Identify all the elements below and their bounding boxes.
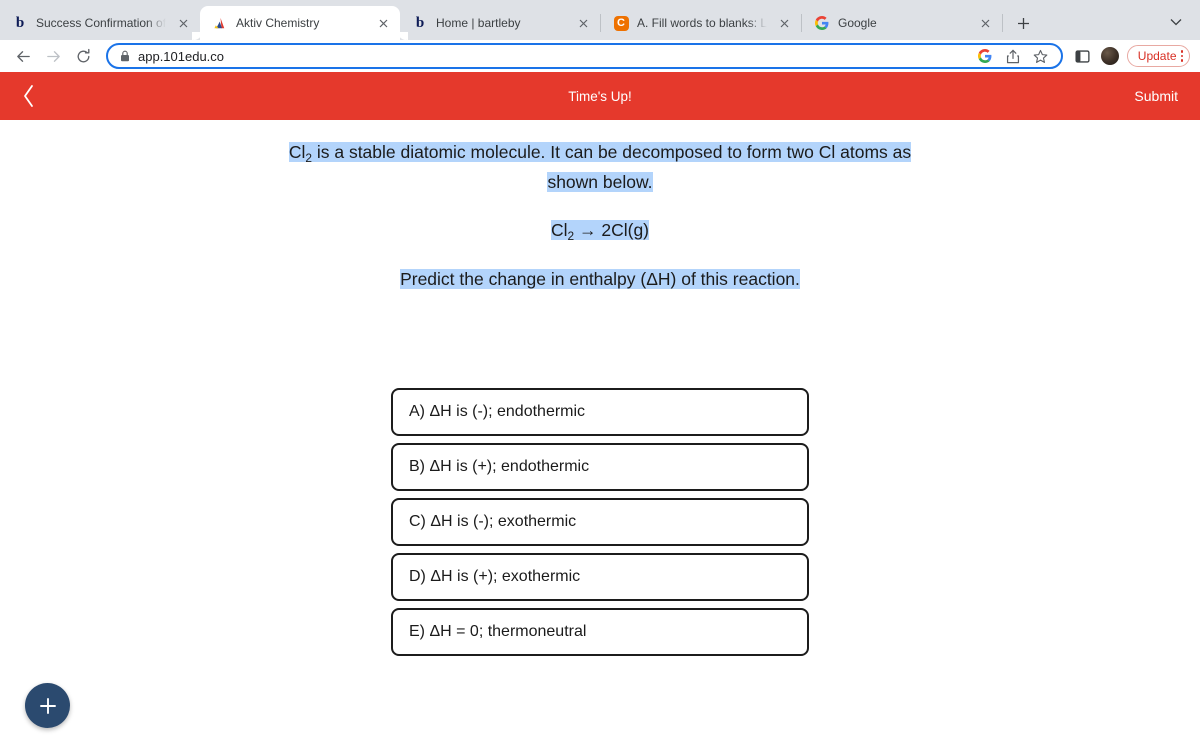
update-label: Update bbox=[1137, 49, 1177, 63]
question-prompt: Predict the change in enthalpy (ΔH) of t… bbox=[0, 269, 1200, 290]
share-icon[interactable] bbox=[1003, 46, 1023, 66]
question-content: Cl2 is a stable diatomic molecule. It ca… bbox=[0, 120, 1200, 750]
chegg-c-icon: C bbox=[613, 15, 629, 31]
add-floating-action-button[interactable] bbox=[25, 683, 70, 728]
submit-button[interactable]: Submit bbox=[1134, 88, 1178, 104]
profile-avatar[interactable] bbox=[1100, 47, 1119, 65]
answer-option-d[interactable]: D) ΔH is (+); exothermic bbox=[391, 553, 809, 602]
toolbar-right-group: Update bbox=[1073, 45, 1190, 67]
tab-close-icon[interactable] bbox=[976, 14, 994, 32]
answer-option-b[interactable]: B) ΔH is (+); endothermic bbox=[391, 443, 809, 492]
prompt-text: Predict the change in enthalpy (ΔH) of t… bbox=[400, 269, 800, 290]
chevron-left-icon[interactable] bbox=[22, 84, 35, 108]
aktiv-logo-icon bbox=[212, 15, 228, 31]
plus-icon bbox=[39, 697, 56, 714]
page-title: Time's Up! bbox=[568, 88, 632, 104]
tab-search-chevron-down-icon[interactable] bbox=[1162, 8, 1190, 36]
address-bar[interactable]: app.101edu.co bbox=[106, 43, 1063, 69]
tab-strip: b Success Confirmation of Question Aktiv… bbox=[0, 0, 1200, 40]
bartleby-b-icon: b bbox=[415, 14, 425, 31]
google-g-icon[interactable] bbox=[975, 46, 995, 66]
tab-title: Success Confirmation of Question bbox=[36, 16, 166, 30]
kebab-menu-icon[interactable] bbox=[1180, 50, 1183, 62]
question-text-part2: is a stable diatomic molecule. It can be… bbox=[311, 142, 912, 193]
tab-close-icon[interactable] bbox=[775, 14, 793, 32]
app-header-bar: Time's Up! Submit bbox=[0, 72, 1200, 120]
google-g-icon bbox=[814, 15, 830, 31]
tab-close-icon[interactable] bbox=[374, 14, 392, 32]
tab-title: Google bbox=[838, 16, 877, 30]
browser-tab-2-active[interactable]: Aktiv Chemistry bbox=[192, 6, 408, 40]
question-statement: Cl2 is a stable diatomic molecule. It ca… bbox=[270, 138, 930, 196]
tab-title: Home | bartleby bbox=[436, 16, 521, 30]
subscript-2: 2 bbox=[305, 150, 312, 165]
forward-arrow-icon[interactable] bbox=[40, 43, 66, 69]
tab-title: A. Fill words to blanks: Longev bbox=[637, 16, 767, 30]
reload-icon[interactable] bbox=[70, 43, 96, 69]
update-button[interactable]: Update bbox=[1126, 45, 1190, 67]
back-arrow-icon[interactable] bbox=[10, 43, 36, 69]
equation-part1: Cl bbox=[550, 220, 568, 241]
answer-options-list: A) ΔH is (-); endothermic B) ΔH is (+); … bbox=[391, 388, 809, 657]
tab-separator bbox=[1002, 14, 1003, 32]
browser-window: b Success Confirmation of Question Aktiv… bbox=[0, 0, 1200, 750]
answer-option-c[interactable]: C) ΔH is (-); exothermic bbox=[391, 498, 809, 547]
tab-close-icon[interactable] bbox=[574, 14, 592, 32]
url-text: app.101edu.co bbox=[138, 48, 225, 64]
browser-tab-5[interactable]: Google bbox=[802, 6, 1002, 40]
browser-tab-3[interactable]: b Home | bartleby bbox=[400, 6, 600, 40]
tab-title: Aktiv Chemistry bbox=[236, 16, 320, 30]
new-tab-button[interactable] bbox=[1009, 9, 1037, 37]
chemical-equation: Cl2 → 2Cl(g) bbox=[0, 220, 1200, 243]
question-text-part1: Cl bbox=[288, 142, 306, 162]
browser-tab-1[interactable]: b Success Confirmation of Question bbox=[0, 6, 200, 40]
browser-toolbar: app.101edu.co Update bbox=[0, 40, 1200, 72]
bartleby-b-icon: b bbox=[15, 14, 25, 31]
equation-part2: → 2Cl(g) bbox=[574, 220, 650, 241]
sidebar-panel-icon[interactable] bbox=[1073, 46, 1093, 66]
answer-option-a[interactable]: A) ΔH is (-); endothermic bbox=[391, 388, 809, 437]
tab-close-icon[interactable] bbox=[174, 14, 192, 32]
lock-icon bbox=[120, 50, 130, 62]
star-icon[interactable] bbox=[1031, 46, 1051, 66]
browser-tab-4[interactable]: C A. Fill words to blanks: Longev bbox=[601, 6, 801, 40]
answer-option-e[interactable]: E) ΔH = 0; thermoneutral bbox=[391, 608, 809, 657]
